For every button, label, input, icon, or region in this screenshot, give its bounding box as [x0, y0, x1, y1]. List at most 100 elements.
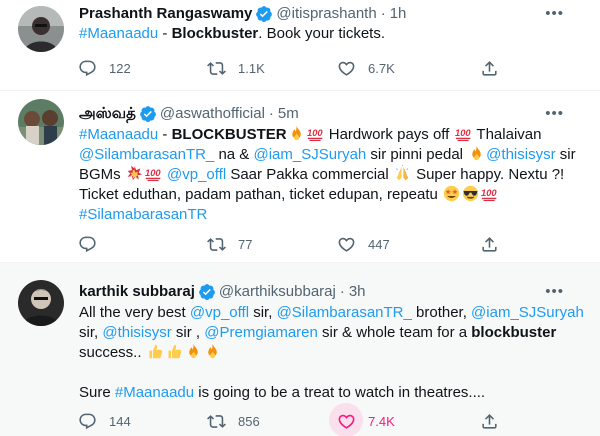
reply-count: 144 [109, 413, 131, 429]
tweet-header: karthik subbaraj @karthiksubbaraj · 3h •… [79, 282, 584, 302]
like-button[interactable]: 6.7K [337, 57, 395, 79]
hundred-emoji-icon: 100 [455, 125, 472, 142]
text: Super happy. Nextu ?! [411, 166, 565, 183]
retweet-button[interactable]: 856 [207, 410, 260, 432]
more-options-button[interactable]: ••• [545, 104, 564, 124]
author-handle[interactable]: @aswathofficial [160, 104, 265, 124]
text: is going to be a treat to watch in theat… [194, 384, 486, 401]
text: - [158, 126, 172, 143]
avatar-prashanth[interactable] [18, 6, 64, 52]
timestamp[interactable]: 5m [278, 104, 299, 124]
author-handle[interactable]: @itisprashanth [276, 4, 376, 24]
author-name[interactable]: karthik subbaraj [79, 282, 195, 302]
text: sir [555, 146, 576, 163]
like-button[interactable]: 7.4K [329, 403, 395, 436]
timestamp[interactable]: 3h [349, 282, 366, 302]
retweet-button[interactable]: 77 [207, 233, 252, 255]
mention-link[interactable]: @SilambarasanTR_ [79, 146, 214, 163]
text: brother, [411, 304, 472, 321]
fire-emoji-icon [288, 125, 305, 142]
tweet-text: #Maanaadu - BLOCKBUSTER 100 Hardwork pays… [79, 125, 586, 225]
hundred-emoji-icon: 100 [145, 165, 162, 182]
mention-link[interactable]: @Premgiamaren [204, 324, 318, 341]
text-line: #SilamabarasanTR [79, 205, 586, 225]
timestamp[interactable]: 1h [390, 4, 407, 24]
text: - [158, 25, 172, 42]
like-icon [337, 412, 356, 431]
mention-link[interactable]: @vp_offl [190, 304, 249, 321]
like-icon [337, 59, 356, 78]
mention-link[interactable]: @SilambarasanTR_ [277, 304, 412, 321]
mention-link[interactable]: @thisisysr [486, 146, 555, 163]
text: Thalaivan [472, 126, 542, 143]
author-name[interactable]: Prashanth Rangaswamy [79, 4, 252, 24]
hashtag-link[interactable]: #SilamabarasanTR [79, 206, 207, 223]
star-eyes-emoji-icon [443, 185, 460, 202]
text-line: Ticket eduthan, padam pathan, ticket edu… [79, 185, 586, 205]
text-line: @SilambarasanTR_ na & @iam_SJSuryah sir … [79, 145, 586, 165]
sunglasses-emoji-icon [462, 185, 479, 202]
svg-text:100: 100 [481, 188, 497, 198]
verified-icon [139, 105, 157, 123]
like-count: 6.7K [368, 60, 395, 76]
author-name[interactable]: அஸ்வத் [79, 104, 136, 124]
verified-icon [255, 5, 273, 23]
text-line: success.. [79, 343, 586, 363]
text: Hardwork pays off [324, 126, 454, 143]
svg-text:100: 100 [145, 168, 161, 178]
hundred-emoji-icon: 100 [481, 185, 498, 202]
author-handle[interactable]: @karthiksubbaraj [219, 282, 336, 302]
text-line: BGMs 100 @vp_offl Saar Pakka commercial … [79, 165, 586, 185]
reply-button[interactable]: 144 [78, 410, 131, 432]
mention-link[interactable]: @thisisysr [102, 324, 171, 341]
share-icon [480, 235, 499, 254]
text: sir, [79, 324, 103, 341]
retweet-icon [207, 59, 226, 78]
text: na & [214, 146, 254, 163]
bold-text: blockbuster [471, 324, 557, 341]
retweet-button[interactable]: 1.1K [207, 57, 265, 79]
hashtag-link[interactable]: #Maanaadu [115, 384, 194, 401]
tweet-prashanth[interactable]: Prashanth Rangaswamy @itisprashanth · 1h… [0, 0, 600, 90]
hashtag-link[interactable]: #Maanaadu [79, 25, 158, 42]
text: . Book your tickets. [258, 25, 385, 42]
mention-link[interactable]: @iam_SJSuryah [253, 146, 366, 163]
text-line: Sure #Maanaadu is going to be a treat to… [79, 383, 586, 403]
text: sir pinni pedal [366, 146, 468, 163]
reply-button[interactable] [78, 233, 109, 255]
share-button[interactable] [480, 57, 499, 79]
verified-icon [198, 283, 216, 301]
reply-icon [78, 412, 97, 431]
tweet-karthik[interactable]: karthik subbaraj @karthiksubbaraj · 3h •… [0, 262, 600, 436]
tweet-aswath[interactable]: அஸ்வத் @aswathofficial · 5m ••• #Maanaad… [0, 90, 600, 262]
text-line: All the very best @vp_offl sir, @Silamba… [79, 303, 586, 323]
like-icon [337, 235, 356, 254]
svg-text:100: 100 [455, 128, 471, 138]
mention-link[interactable]: @vp_offl [167, 166, 226, 183]
retweet-count: 1.1K [238, 60, 265, 76]
separator-dot: · [380, 5, 386, 22]
text: success.. [79, 344, 146, 361]
hashtag-link[interactable]: #Maanaadu [79, 126, 158, 143]
like-count: 447 [368, 236, 390, 252]
more-options-button[interactable]: ••• [545, 282, 564, 302]
retweet-icon [207, 412, 226, 431]
share-button[interactable] [480, 410, 499, 432]
avatar-aswath[interactable] [18, 99, 64, 145]
fire-emoji-icon [468, 145, 485, 162]
reply-icon [78, 59, 97, 78]
more-options-button[interactable]: ••• [545, 4, 564, 24]
tweet-actions: 77 447 [78, 233, 600, 255]
tweet-header: Prashanth Rangaswamy @itisprashanth · 1h… [79, 4, 584, 24]
mention-link[interactable]: @iam_SJSuryah [471, 304, 584, 321]
avatar-karthik[interactable] [18, 280, 64, 326]
text: BGMs [79, 166, 125, 183]
text: sir , [171, 324, 205, 341]
reply-button[interactable]: 122 [78, 57, 131, 79]
like-button[interactable]: 447 [337, 233, 390, 255]
fire-emoji-icon [185, 343, 202, 360]
separator-dot: · [268, 105, 274, 122]
tweet-text: All the very best @vp_offl sir, @Silamba… [79, 303, 586, 403]
share-button[interactable] [480, 233, 499, 255]
retweet-count: 77 [238, 236, 253, 252]
